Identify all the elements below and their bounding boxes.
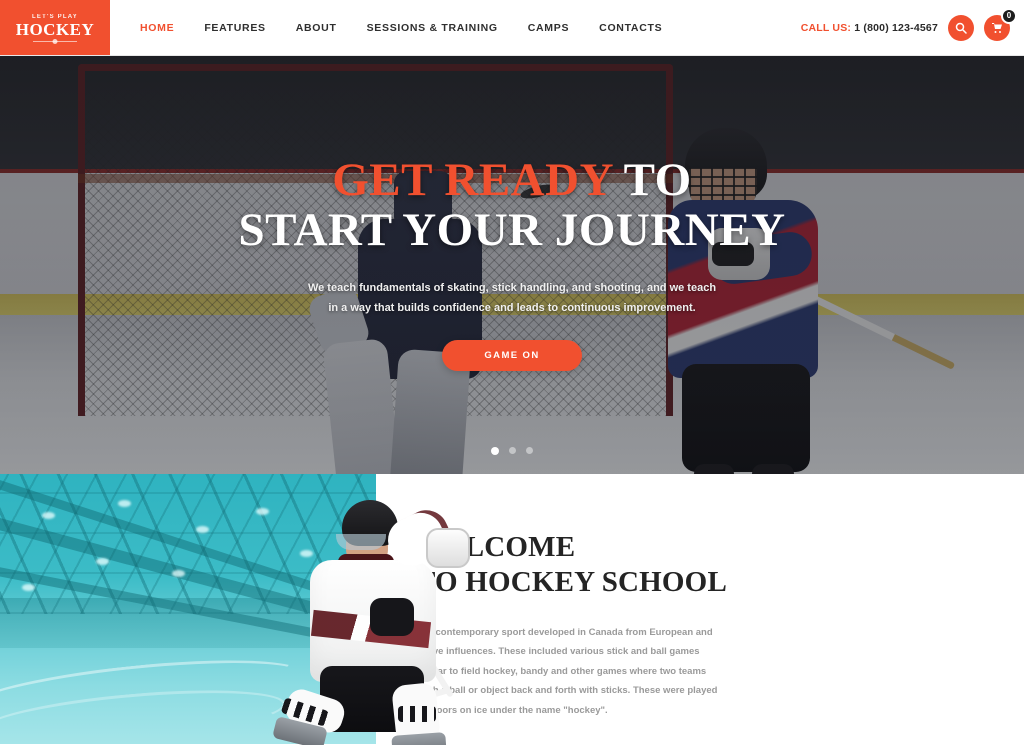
cart-icon [992, 22, 1002, 33]
phone-number: 1 (800) 123-4567 [854, 21, 938, 34]
hero-heading-rest: TO [612, 154, 692, 206]
hero-slider: GET READY TO START YOUR JOURNEY We teach… [0, 56, 1024, 474]
skater-sock-right [398, 706, 436, 722]
skater-glove-upper [426, 528, 470, 568]
nav-item-features[interactable]: FEATURES [204, 22, 265, 34]
hero-heading-highlight: GET READY [332, 154, 613, 206]
hero-content: GET READY TO START YOUR JOURNEY We teach… [0, 56, 1024, 474]
call-us-block[interactable]: CALL US: 1 (800) 123-4567 [801, 22, 938, 34]
skater-figure [272, 488, 506, 745]
site-header: LET'S PLAY HOCKEY HOME FEATURES ABOUT SE… [0, 0, 1024, 56]
call-us-label: CALL US: [800, 21, 852, 34]
logo-inner: LET'S PLAY HOCKEY [16, 14, 95, 42]
search-button[interactable] [948, 14, 974, 41]
welcome-section: ABOUT US WELCOME TO HOCKEY SCHOOL The co… [0, 474, 1024, 745]
nav-item-about[interactable]: ABOUT [296, 22, 337, 34]
nav-item-camps[interactable]: CAMPS [528, 22, 569, 34]
slider-dot-3[interactable] [526, 447, 533, 454]
search-icon [955, 22, 967, 34]
hero-cta-button[interactable]: GAME ON [442, 340, 582, 372]
hero-heading: GET READY TO START YOUR JOURNEY [238, 154, 786, 256]
skater-visor [336, 534, 386, 550]
slider-pagination [0, 447, 1024, 455]
slider-dot-1[interactable] [491, 447, 499, 455]
cart-button[interactable]: 0 [984, 7, 1017, 41]
main-navigation: HOME FEATURES ABOUT SESSIONS & TRAINING … [110, 0, 662, 55]
nav-item-home[interactable]: HOME [140, 22, 174, 34]
nav-item-contacts[interactable]: CONTACTS [599, 22, 662, 34]
site-logo[interactable]: LET'S PLAY HOCKEY [0, 0, 110, 55]
nav-item-sessions-training[interactable]: SESSIONS & TRAINING [367, 22, 498, 34]
cart-count-badge: 0 [1001, 7, 1017, 24]
header-utilities: CALL US: 1 (800) 123-4567 0 [801, 0, 1024, 55]
logo-top-line: LET'S PLAY [32, 13, 78, 20]
slider-dot-2[interactable] [509, 447, 516, 454]
logo-main-line: HOCKEY [15, 19, 95, 39]
hero-subtitle: We teach fundamentals of skating, stick … [307, 281, 717, 314]
skater-glove-lower [370, 598, 414, 636]
hero-heading-line2: START YOUR JOURNEY [238, 203, 786, 256]
logo-divider [33, 40, 77, 42]
